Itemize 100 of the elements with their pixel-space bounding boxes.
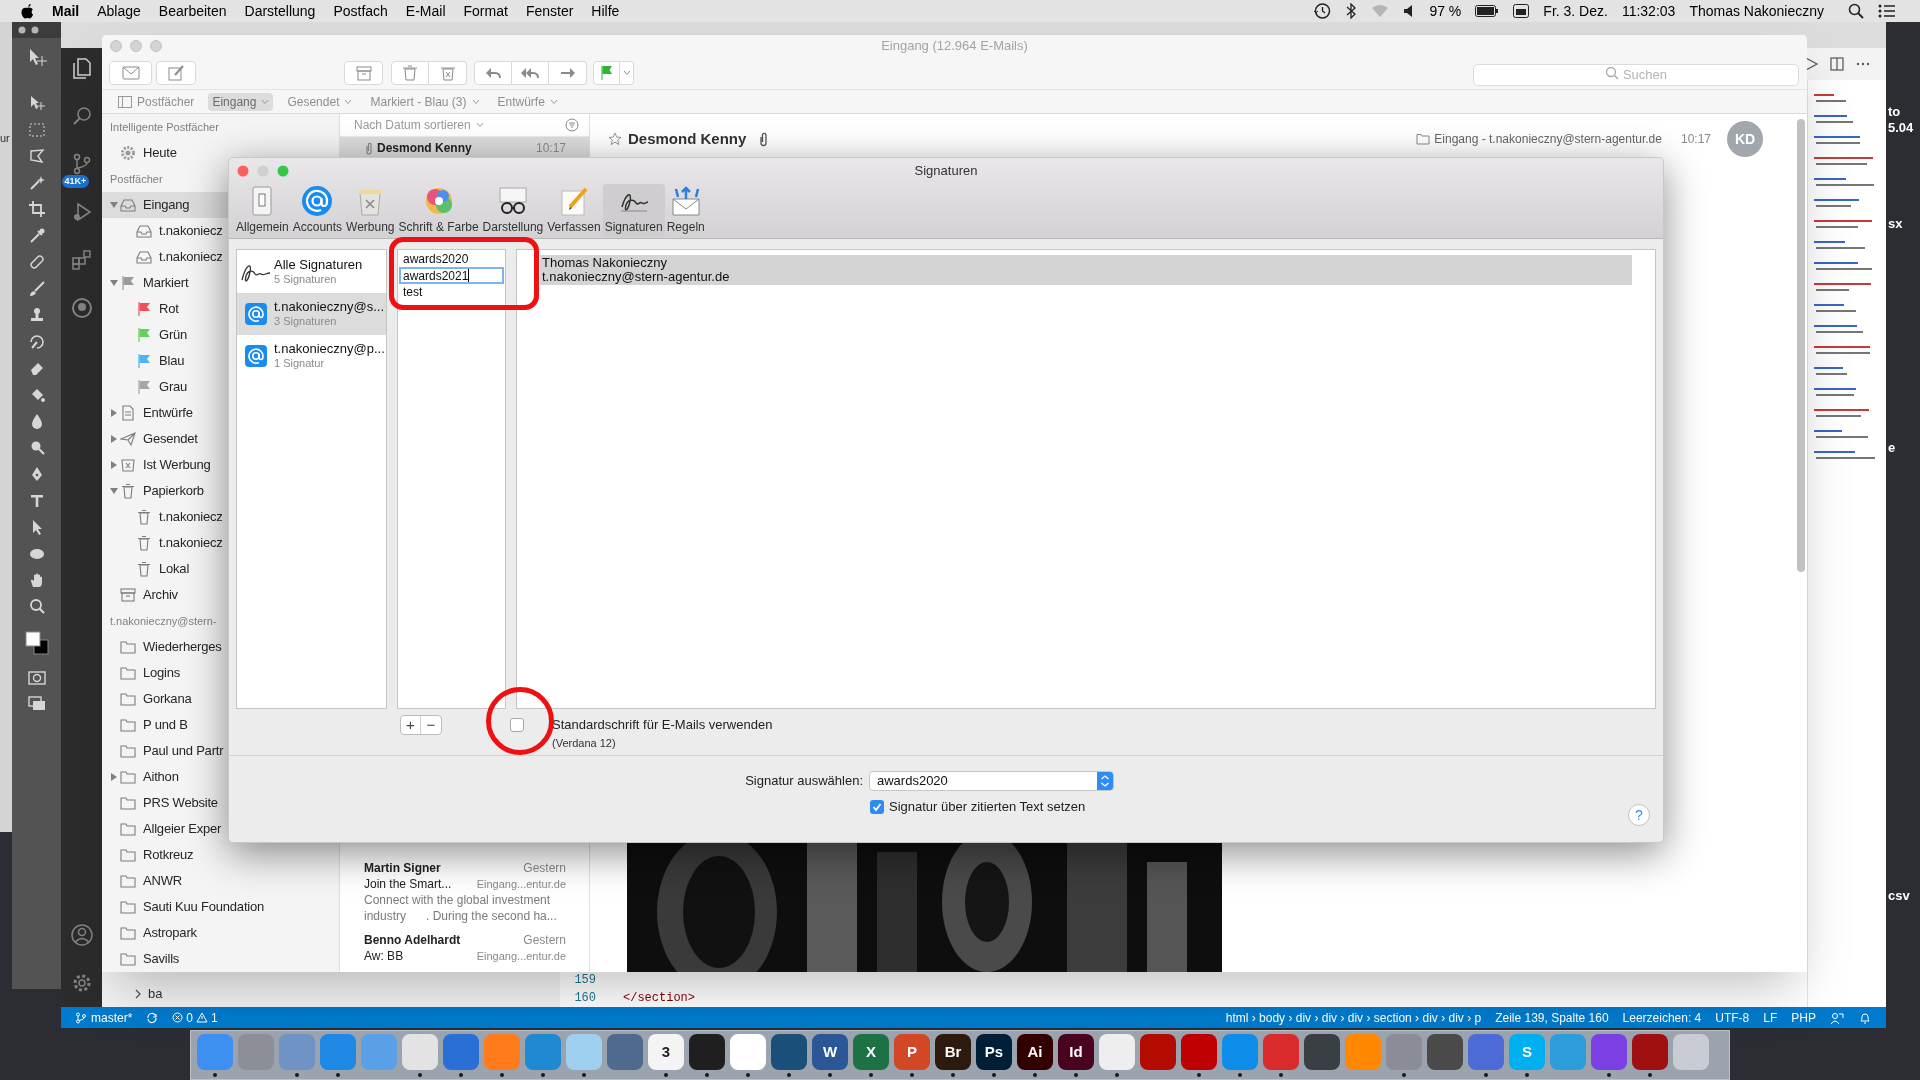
scroll-bar[interactable] — [1797, 119, 1805, 572]
app-icon[interactable] — [1632, 1034, 1668, 1070]
crop-icon[interactable] — [27, 200, 46, 219]
search-icon[interactable] — [1848, 3, 1864, 19]
app-icon[interactable]: Id — [1058, 1034, 1094, 1070]
reply-button[interactable] — [474, 61, 512, 85]
mailbox-item[interactable]: Sauti Kuu Foundation — [102, 894, 339, 920]
preferences-tab[interactable]: Verfassen — [545, 184, 603, 237]
app-menu[interactable]: Mail — [52, 0, 80, 22]
app-icon[interactable]: Ai — [1017, 1034, 1053, 1070]
encoding-setting[interactable]: UTF-8 — [1715, 1008, 1750, 1027]
menu-item[interactable]: Fenster — [525, 0, 574, 22]
disclosure-triangle[interactable] — [109, 408, 119, 418]
apple-icon[interactable] — [20, 3, 34, 19]
archive-button[interactable] — [344, 61, 383, 85]
mailbox-item[interactable]: Savills — [102, 946, 339, 972]
breadcrumb[interactable]: html › body › div › div › div › section › div › div › p — [1225, 1008, 1482, 1027]
forward-button[interactable] — [549, 61, 587, 85]
disclosure-triangle[interactable] — [109, 772, 119, 782]
screen-mode-icon[interactable] — [27, 696, 46, 712]
menu-item[interactable]: Format — [463, 0, 508, 22]
line-ending-setting[interactable]: LF — [1763, 1008, 1778, 1027]
signature-item[interactable]: awards2020 — [399, 251, 504, 267]
color-swatches-icon[interactable] — [23, 628, 50, 658]
split-editor-icon[interactable] — [1829, 56, 1845, 72]
tree-item[interactable]: ba — [102, 983, 560, 1005]
minimize-icon[interactable] — [31, 26, 39, 34]
help-button[interactable]: ? — [1628, 804, 1650, 826]
checkbox[interactable] — [510, 717, 524, 732]
sync-icon[interactable] — [146, 1011, 159, 1024]
bell-icon[interactable] — [1858, 1010, 1872, 1025]
keyboard-icon[interactable] — [1513, 4, 1530, 18]
language-mode[interactable]: PHP — [1791, 1008, 1816, 1027]
close-icon[interactable] — [18, 26, 26, 34]
preferences-tab[interactable]: Schrift & Farbe — [396, 184, 481, 237]
account-icon[interactable] — [69, 923, 94, 947]
app-icon[interactable] — [1304, 1034, 1340, 1070]
favorite-button[interactable]: Eingang — [208, 92, 274, 111]
app-icon[interactable]: Br — [935, 1034, 971, 1070]
mailbox-item[interactable]: ANWR — [102, 868, 339, 894]
feedback-icon[interactable] — [1830, 1010, 1844, 1025]
flag-button[interactable] — [593, 61, 620, 85]
brush-icon[interactable] — [27, 279, 46, 298]
zoom-icon[interactable] — [27, 597, 46, 616]
disclosure-triangle[interactable] — [109, 460, 119, 470]
remove-button[interactable]: − — [421, 716, 441, 734]
clock-icon[interactable] — [1313, 2, 1332, 20]
battery-icon[interactable] — [1475, 5, 1500, 17]
indentation-setting[interactable]: Leerzeichen: 4 — [1622, 1008, 1702, 1027]
app-icon[interactable] — [1427, 1034, 1463, 1070]
message-item[interactable]: Benno Adelhardt Gestern Aw: BB Eingang...entur.de — [340, 924, 589, 964]
marquee-icon[interactable] — [27, 120, 46, 139]
app-icon[interactable]: 3 — [648, 1034, 684, 1070]
app-icon[interactable]: P — [894, 1034, 930, 1070]
history-brush-icon[interactable] — [27, 332, 46, 351]
checkbox[interactable] — [870, 799, 884, 814]
menu-item[interactable]: Hilfe — [591, 0, 620, 22]
message-item[interactable]: Desmond Kenny 10:17 — [340, 137, 589, 159]
bandage-icon[interactable] — [27, 253, 46, 272]
menu-clock[interactable]: 11:32:03 — [1621, 0, 1676, 22]
preferences-tab[interactable]: Regeln — [664, 184, 707, 237]
name-field[interactable]: awards2021 — [399, 267, 504, 284]
extensions-icon[interactable] — [69, 248, 94, 272]
disclosure-triangle[interactable] — [109, 486, 119, 496]
app-icon[interactable] — [689, 1034, 725, 1070]
filter-icon[interactable] — [565, 118, 579, 132]
message-item[interactable]: Martin Signer Gestern Join the Smart... Eingang...entur.de Connect with the global investment industry . During the second ha... — [340, 858, 589, 924]
cursor-position[interactable]: Zeile 139, Spalte 160 — [1495, 1008, 1609, 1027]
disclosure-triangle[interactable] — [109, 200, 119, 210]
add-button[interactable]: + — [401, 716, 421, 734]
star-icon[interactable] — [608, 132, 622, 146]
problems-button[interactable]: 0 1 — [172, 1008, 218, 1027]
search-field[interactable]: Suchen — [1473, 63, 1799, 86]
preferences-tab[interactable]: Signaturen — [602, 184, 665, 237]
menu-item[interactable]: Bearbeiten — [158, 0, 227, 22]
account-item[interactable]: Alle Signaturen 5 Signaturen — [237, 251, 386, 293]
app-icon[interactable]: W — [812, 1034, 848, 1070]
bluetooth-icon[interactable] — [1345, 3, 1358, 19]
signature-item[interactable]: test — [399, 284, 504, 300]
mailbox-item[interactable]: Rotkreuz — [102, 842, 339, 868]
app-icon[interactable]: Ps — [976, 1034, 1012, 1070]
preferences-tab[interactable]: Darstellung — [480, 184, 546, 237]
compose-button[interactable] — [156, 61, 196, 85]
app-icon[interactable]: X — [853, 1034, 889, 1070]
mailbox-item[interactable]: Astropark — [102, 920, 339, 946]
user-menu[interactable]: Thomas Nakonieczny — [1689, 0, 1824, 22]
menu-item[interactable]: Postfach — [333, 0, 388, 22]
lasso-icon[interactable] — [27, 147, 46, 166]
app-icon[interactable] — [771, 1034, 807, 1070]
menu-date[interactable]: Fr. 3. Dez. — [1543, 0, 1608, 22]
delete-button[interactable] — [391, 61, 429, 85]
app-icon[interactable] — [1140, 1034, 1176, 1070]
disclosure-triangle[interactable] — [109, 278, 119, 288]
disclosure-triangle[interactable] — [109, 434, 119, 444]
menu-item[interactable]: E-Mail — [405, 0, 446, 22]
menu-item[interactable]: Ablage — [97, 0, 141, 22]
preferences-tab[interactable]: Werbung — [344, 184, 397, 237]
branch-button[interactable]: master* — [75, 1008, 133, 1027]
signature-select[interactable]: awards2020 — [869, 771, 1114, 791]
quick-mask-icon[interactable] — [27, 670, 46, 686]
